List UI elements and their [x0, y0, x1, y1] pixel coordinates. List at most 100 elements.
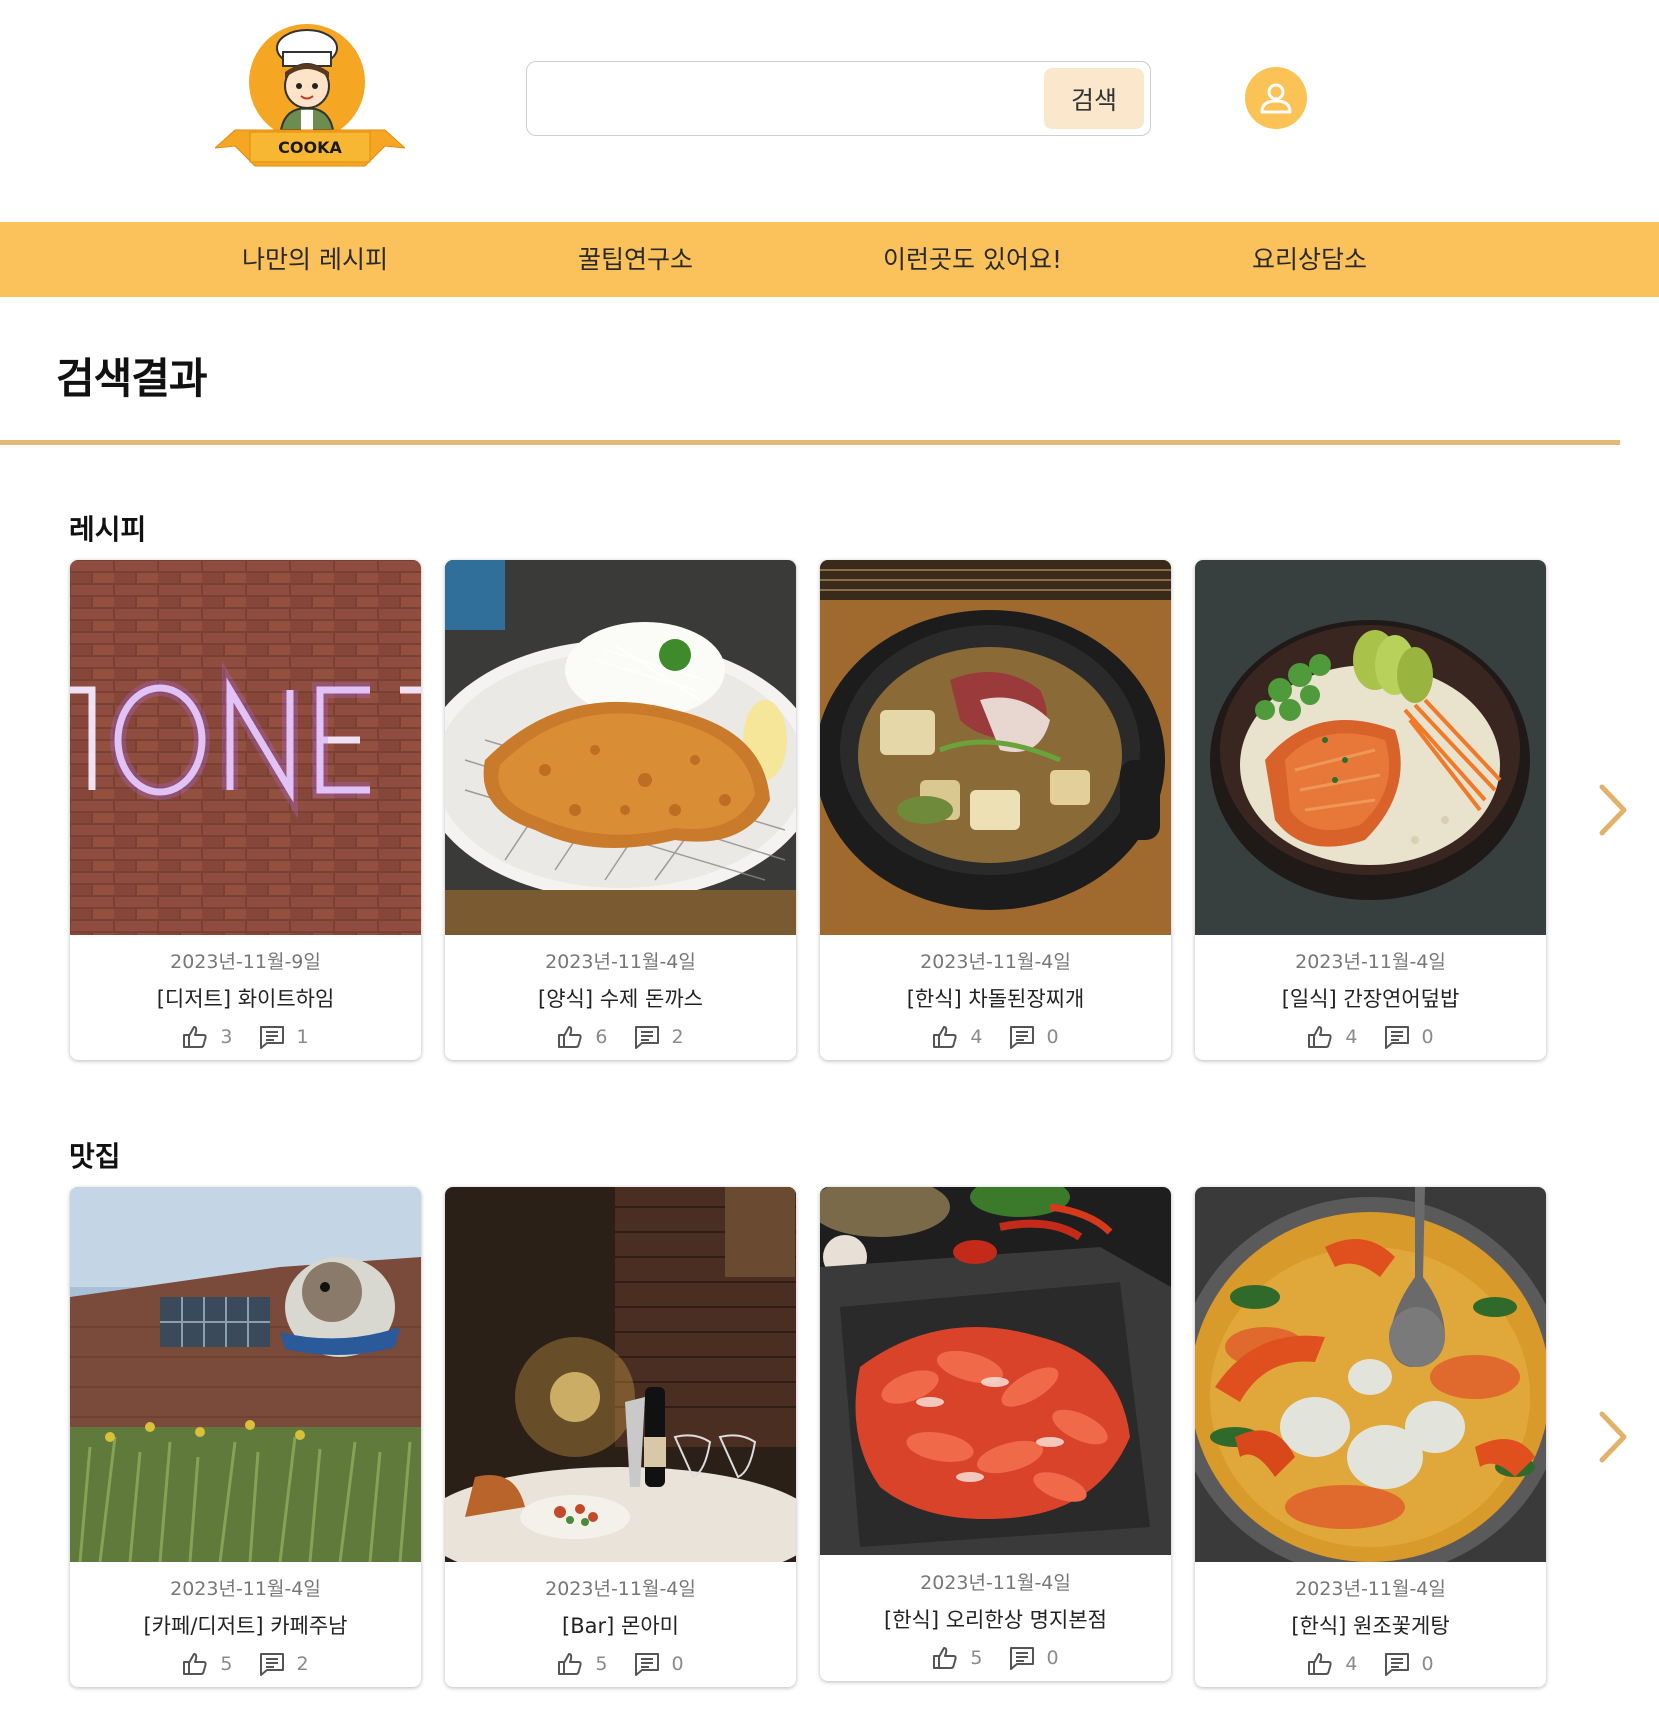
- section-title-restaurants: 맛집: [69, 1140, 121, 1173]
- comment-count: 1: [296, 1026, 309, 1048]
- card-title: [일식] 간장연어덮밥: [1281, 987, 1460, 1011]
- restaurant-card[interactable]: 2023년-11월-4일 [한식] 원조꽃게탕 4 0: [1195, 1187, 1546, 1687]
- card-title: [양식] 수제 돈까스: [538, 987, 703, 1011]
- comment-icon: [634, 1026, 659, 1049]
- nav-item-places[interactable]: 이런곳도 있어요!: [883, 222, 1062, 297]
- comment-count: 0: [1046, 1647, 1059, 1669]
- card-image: [1195, 560, 1546, 935]
- comment-icon: [634, 1653, 659, 1676]
- like-count: 5: [970, 1647, 983, 1669]
- like-stat: 5: [557, 1652, 608, 1676]
- comment-count: 0: [1421, 1653, 1434, 1675]
- chevron-right-icon: [1599, 1411, 1627, 1463]
- restaurant-card[interactable]: 2023년-11월-4일 [Bar] 몬아미 5 0: [445, 1187, 796, 1687]
- like-stat: 5: [932, 1646, 983, 1670]
- comment-icon: [1009, 1647, 1034, 1670]
- recipe-card[interactable]: 2023년-11월-9일 [디저트] 화이트하임 3 1: [70, 560, 421, 1060]
- card-title: [디저트] 화이트하임: [156, 987, 335, 1011]
- thumbs-up-icon[interactable]: [1307, 1652, 1333, 1676]
- crab-stew-image: [1195, 1187, 1546, 1562]
- like-stat: 4: [1307, 1652, 1358, 1676]
- like-count: 4: [1345, 1653, 1358, 1675]
- user-icon: [1260, 83, 1292, 114]
- chef-logo-icon: COOKA: [215, 24, 405, 167]
- card-date: 2023년-11월-4일: [1295, 1578, 1446, 1600]
- thumbs-up-icon[interactable]: [557, 1652, 583, 1676]
- restaurants-next-button[interactable]: [1590, 1406, 1636, 1468]
- thumbs-up-icon[interactable]: [932, 1646, 958, 1670]
- like-count: 4: [1345, 1026, 1358, 1048]
- card-image: [820, 560, 1171, 935]
- card-image: [70, 560, 421, 935]
- like-count: 5: [220, 1653, 233, 1675]
- like-count: 3: [220, 1026, 233, 1048]
- like-stat: 4: [1307, 1025, 1358, 1049]
- like-stat: 6: [557, 1025, 608, 1049]
- recipe-card[interactable]: 2023년-11월-4일 [양식] 수제 돈까스 6 2: [445, 560, 796, 1060]
- like-stat: 4: [932, 1025, 983, 1049]
- card-image: [820, 1187, 1171, 1555]
- card-date: 2023년-11월-4일: [1295, 951, 1446, 973]
- thumbs-up-icon[interactable]: [1307, 1025, 1333, 1049]
- comment-count: 0: [1421, 1026, 1434, 1048]
- cafe-building-image: [70, 1187, 421, 1562]
- chevron-right-icon: [1599, 784, 1627, 836]
- comment-stat: 0: [634, 1652, 684, 1676]
- card-title: [카페/디저트] 카페주남: [143, 1614, 348, 1638]
- comment-icon: [259, 1026, 284, 1049]
- recipe-card[interactable]: 2023년-11월-4일 [한식] 차돌된장찌개 4 0: [820, 560, 1171, 1060]
- card-stats: 4 0: [1195, 1022, 1546, 1052]
- comment-icon: [1384, 1026, 1409, 1049]
- comment-stat: 0: [1009, 1025, 1059, 1049]
- recipe-card[interactable]: 2023년-11월-4일 [일식] 간장연어덮밥 4 0: [1195, 560, 1546, 1060]
- card-stats: 5 0: [445, 1649, 796, 1679]
- card-date: 2023년-11월-9일: [170, 951, 321, 973]
- card-stats: 4 0: [1195, 1649, 1546, 1679]
- restaurant-card[interactable]: 2023년-11월-4일 [카페/디저트] 카페주남 5 2: [70, 1187, 421, 1687]
- comment-icon: [1009, 1026, 1034, 1049]
- recipes-next-button[interactable]: [1590, 779, 1636, 841]
- logo[interactable]: COOKA: [215, 20, 405, 170]
- like-stat: 3: [182, 1025, 233, 1049]
- thumbs-up-icon[interactable]: [557, 1025, 583, 1049]
- card-image: [445, 560, 796, 935]
- comment-icon: [1384, 1653, 1409, 1676]
- page: COOKA 검색 나만의 레시피 꿀팁연구소 이런곳도 있어요! 요리상담소 검…: [0, 0, 1659, 1729]
- logo-text: COOKA: [278, 138, 342, 157]
- card-image: [70, 1187, 421, 1562]
- comment-stat: 1: [259, 1025, 309, 1049]
- search-box: 검색: [526, 61, 1151, 136]
- card-date: 2023년-11월-4일: [545, 1578, 696, 1600]
- thumbs-up-icon[interactable]: [182, 1652, 208, 1676]
- card-image: [445, 1187, 796, 1562]
- salmon-bowl-image: [1195, 560, 1546, 935]
- card-title: [한식] 원조꽃게탕: [1291, 1614, 1450, 1638]
- main-nav: 나만의 레시피 꿀팁연구소 이런곳도 있어요! 요리상담소: [0, 222, 1659, 297]
- nav-item-tips-lab[interactable]: 꿀팁연구소: [578, 222, 693, 297]
- bar-interior-image: [445, 1187, 796, 1562]
- like-count: 5: [595, 1653, 608, 1675]
- comment-count: 0: [671, 1653, 684, 1675]
- like-count: 6: [595, 1026, 608, 1048]
- card-title: [한식] 차돌된장찌개: [906, 987, 1085, 1011]
- nav-item-my-recipes[interactable]: 나만의 레시피: [242, 222, 388, 297]
- card-date: 2023년-11월-4일: [170, 1578, 321, 1600]
- title-divider: [0, 440, 1620, 445]
- thumbs-up-icon[interactable]: [932, 1025, 958, 1049]
- nav-item-cooking-advice[interactable]: 요리상담소: [1252, 222, 1367, 297]
- card-stats: 5 2: [70, 1649, 421, 1679]
- user-profile-button[interactable]: [1245, 67, 1307, 129]
- page-title: 검색결과: [56, 354, 208, 403]
- search-button[interactable]: 검색: [1044, 68, 1144, 129]
- comment-stat: 2: [634, 1025, 684, 1049]
- restaurant-card[interactable]: 2023년-11월-4일 [한식] 오리한상 명지본점 5 0: [820, 1187, 1171, 1681]
- thumbs-up-icon[interactable]: [182, 1025, 208, 1049]
- search-input[interactable]: [541, 72, 1041, 126]
- card-stats: 4 0: [820, 1022, 1171, 1052]
- card-stats: 6 2: [445, 1022, 796, 1052]
- card-date: 2023년-11월-4일: [920, 1572, 1071, 1594]
- pork-cutlet-image: [445, 560, 796, 935]
- comment-count: 0: [1046, 1026, 1059, 1048]
- neon-sign-image: [70, 560, 421, 935]
- comment-icon: [259, 1653, 284, 1676]
